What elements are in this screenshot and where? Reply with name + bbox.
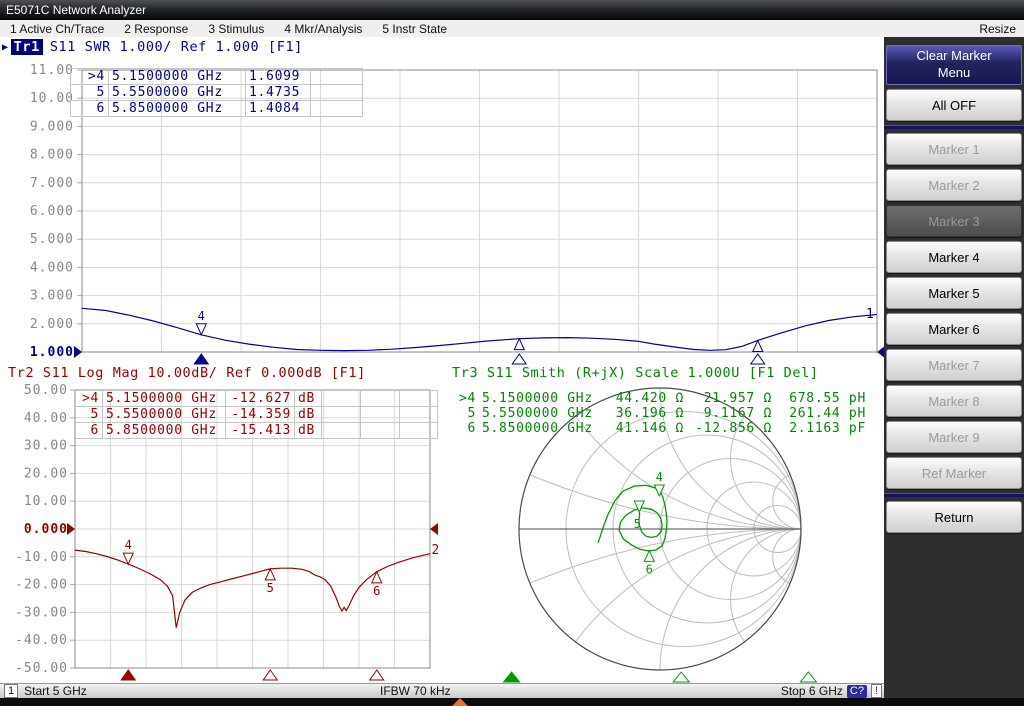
- tr1-title: S11 SWR 1.000/ Ref 1.000 [F1]: [50, 39, 303, 55]
- svg-text:1: 1: [866, 307, 874, 322]
- softkey-marker-8: Marker 8: [886, 385, 1022, 417]
- svg-text:10.00: 10.00: [30, 91, 74, 106]
- channel-indicator: 1: [4, 684, 18, 698]
- svg-text:5: 5: [267, 581, 274, 595]
- softkey-marker-2: Marker 2: [886, 169, 1022, 201]
- menu-item-5[interactable]: 5 Instr State: [372, 22, 457, 36]
- svg-text:1.000: 1.000: [30, 345, 74, 360]
- marker-readout-row: 65.8500000 GHz41.146 Ω-12.856 Ω2.1163 pF: [453, 421, 869, 436]
- charts-canvas[interactable]: 11.00 10.00 9.000 8.000 7.000 6.000 5.000 4.000…: [0, 37, 884, 683]
- correction-badge: C?: [847, 685, 867, 698]
- svg-text:6: 6: [646, 562, 653, 576]
- marker-readout-row: >45.1500000 GHz1.6099: [71, 69, 363, 85]
- softkey-marker-3[interactable]: Marker 3: [886, 205, 1022, 237]
- statusbar-left: 1 Start 5 GHz: [4, 684, 87, 698]
- svg-text:9.000: 9.000: [30, 119, 74, 134]
- marker-readout-row: 55.5500000 GHz1.4735: [71, 85, 363, 101]
- svg-text:30.00: 30.00: [24, 439, 68, 454]
- active-trace-arrow-icon: ▶: [2, 42, 9, 53]
- softkey-marker-6[interactable]: Marker 6: [886, 313, 1022, 345]
- softkey-all-off[interactable]: All OFF: [886, 89, 1022, 121]
- svg-text:-20.00: -20.00: [15, 578, 68, 593]
- mouse-cursor-tip: [452, 698, 468, 706]
- svg-text:11.00: 11.00: [30, 63, 74, 78]
- softkey-separator: [884, 125, 1024, 129]
- softkey-return[interactable]: Return: [886, 501, 1022, 533]
- svg-text:-50.00: -50.00: [15, 661, 68, 676]
- ifbw-readout: IFBW 70 kHz: [380, 684, 451, 698]
- resize-button[interactable]: Resize: [971, 22, 1024, 36]
- tr1-header: ▶ Tr1 S11 SWR 1.000/ Ref 1.000 [F1]: [2, 39, 303, 55]
- svg-text:0.000: 0.000: [24, 522, 68, 537]
- svg-text:-10.00: -10.00: [15, 550, 68, 565]
- svg-text:10.00: 10.00: [24, 494, 68, 509]
- marker-readout-row: 55.5500000 GHz36.196 Ω9.1167 Ω261.44 pH: [453, 406, 869, 421]
- menubar: 1 Active Ch/Trace2 Response3 Stimulus4 M…: [0, 20, 1024, 38]
- svg-text:3.000: 3.000: [30, 289, 74, 304]
- softkey-sidebar: Clear MarkerMenu All OFF Marker 1 Marker 2 M…: [884, 37, 1024, 706]
- svg-text:6.000: 6.000: [30, 204, 74, 219]
- svg-text:5: 5: [634, 517, 641, 531]
- menu-item-3[interactable]: 3 Stimulus: [198, 22, 274, 36]
- svg-text:4.000: 4.000: [30, 260, 74, 275]
- instrument-screen: 11.00 10.00 9.000 8.000 7.000 6.000 5.000 4.000…: [0, 37, 884, 683]
- softkey-marker-1: Marker 1: [886, 133, 1022, 165]
- marker-readout-row: 65.8500000 GHz1.4084: [71, 101, 363, 117]
- tr2-marker-table: >45.1500000 GHz-12.627dB55.5500000 GHz-1…: [75, 390, 438, 439]
- svg-text:-40.00: -40.00: [15, 633, 68, 648]
- svg-text:20.00: 20.00: [24, 466, 68, 481]
- alert-indicator: !: [871, 684, 882, 698]
- statusbar-right: Stop 6 GHz C? !: [781, 684, 882, 698]
- bottom-strip: [0, 698, 1024, 706]
- svg-text:40.00: 40.00: [24, 411, 68, 426]
- tr3-marker-table: >45.1500000 GHz44.420 Ω21.957 Ω678.55 pH…: [453, 391, 869, 436]
- window-title: E5071C Network Analyzer: [6, 3, 146, 17]
- svg-text:5.000: 5.000: [30, 232, 74, 247]
- svg-text:50.00: 50.00: [24, 383, 68, 398]
- marker-readout-row: 55.5500000 GHz-14.359dB: [76, 407, 438, 423]
- svg-text:7.000: 7.000: [30, 176, 74, 191]
- titlebar: E5071C Network Analyzer: [0, 0, 1024, 20]
- svg-text:4: 4: [656, 470, 663, 484]
- softkey-marker-4[interactable]: Marker 4: [886, 241, 1022, 273]
- menu-item-4[interactable]: 4 Mkr/Analysis: [274, 22, 372, 36]
- menu-item-1[interactable]: 1 Active Ch/Trace: [0, 22, 114, 36]
- svg-text:-30.00: -30.00: [15, 605, 68, 620]
- svg-text:4: 4: [125, 538, 132, 552]
- svg-text:2.000: 2.000: [30, 317, 74, 332]
- softkey-menu-title: Clear MarkerMenu: [886, 45, 1022, 85]
- marker-readout-row: >45.1500000 GHz-12.627dB: [76, 391, 438, 407]
- softkey-ref-marker: Ref Marker: [886, 457, 1022, 489]
- menu-items: 1 Active Ch/Trace2 Response3 Stimulus4 M…: [0, 22, 457, 36]
- softkey-marker-5[interactable]: Marker 5: [886, 277, 1022, 309]
- svg-text:8.000: 8.000: [30, 148, 74, 163]
- stop-frequency-readout: Stop 6 GHz: [781, 684, 843, 698]
- tr2-header: Tr2 S11 Log Mag 10.00dB/ Ref 0.000dB [F1…: [8, 365, 366, 381]
- menu-item-2[interactable]: 2 Response: [114, 22, 198, 36]
- softkey-marker-9: Marker 9: [886, 421, 1022, 453]
- svg-text:4: 4: [198, 309, 205, 323]
- statusbar: 1 Start 5 GHz IFBW 70 kHz Stop 6 GHz C? …: [0, 683, 884, 698]
- svg-text:6: 6: [373, 584, 380, 598]
- marker-readout-row: 65.8500000 GHz-15.413dB: [76, 423, 438, 439]
- softkey-marker-7: Marker 7: [886, 349, 1022, 381]
- start-frequency-readout: Start 5 GHz: [24, 684, 87, 698]
- softkey-separator: [884, 493, 1024, 497]
- tr1-badge: Tr1: [11, 39, 43, 55]
- svg-text:2: 2: [432, 543, 440, 558]
- marker-readout-row: >45.1500000 GHz44.420 Ω21.957 Ω678.55 pH: [453, 391, 869, 406]
- tr1-marker-table: >45.1500000 GHz1.609955.5500000 GHz1.473…: [70, 68, 363, 117]
- tr3-header: Tr3 S11 Smith (R+jX) Scale 1.000U [F1 De…: [452, 365, 819, 381]
